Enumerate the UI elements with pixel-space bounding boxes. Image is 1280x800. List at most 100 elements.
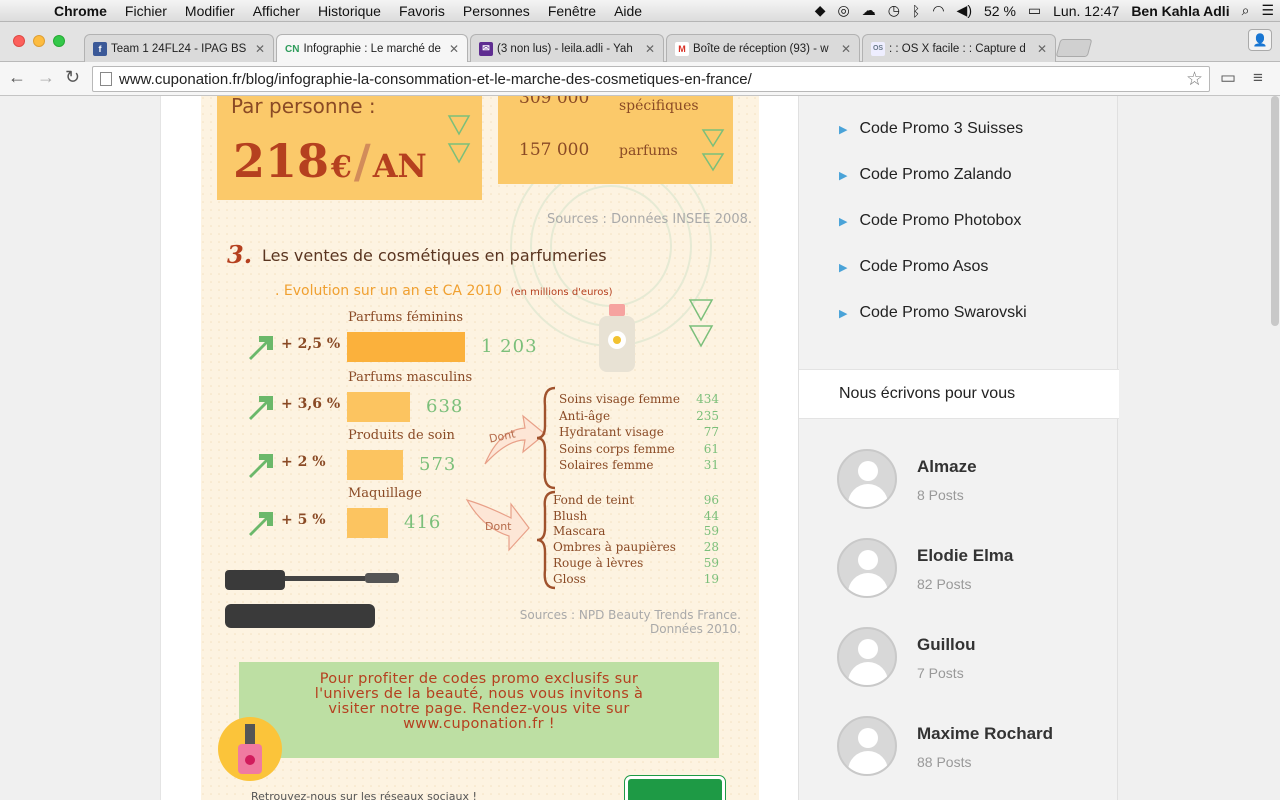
menu-favoris[interactable]: Favoris bbox=[390, 3, 454, 19]
zoom-window-button[interactable] bbox=[53, 35, 65, 47]
tab-title: (3 non lus) - leila.adli - Yah bbox=[497, 42, 633, 55]
promo-banner[interactable]: Pour profiter de codes promo exclusifs s… bbox=[239, 662, 719, 758]
facebook-icon: f bbox=[93, 41, 107, 56]
sync-icon[interactable]: ◎ bbox=[831, 2, 855, 19]
page-scrollbar[interactable] bbox=[1270, 96, 1280, 800]
category-label: Maquillage bbox=[348, 486, 422, 501]
author-name[interactable]: Almaze bbox=[917, 457, 977, 477]
chrome-menu-icon[interactable]: ≡ bbox=[1253, 68, 1263, 88]
author-name[interactable]: Elodie Elma bbox=[917, 546, 1013, 566]
author-card[interactable]: Maxime Rochard 88 Posts bbox=[837, 716, 1097, 778]
category-bar bbox=[347, 508, 388, 538]
menu-personnes[interactable]: Personnes bbox=[454, 3, 539, 19]
maquillage-detail-label: Ombres à paupières bbox=[553, 540, 676, 555]
close-tab-icon[interactable]: ✕ bbox=[255, 42, 265, 56]
author-name[interactable]: Guillou bbox=[917, 635, 976, 655]
category-bar bbox=[347, 450, 403, 480]
cast-icon[interactable]: ▭ bbox=[1220, 68, 1236, 88]
author-card[interactable]: Elodie Elma 82 Posts bbox=[837, 538, 1097, 600]
notification-center-icon[interactable]: ☰ bbox=[1255, 2, 1280, 19]
promo-code-link[interactable]: ▶ Code Promo 3 Suisses bbox=[839, 120, 1023, 138]
dropbox-icon[interactable]: ◆ bbox=[809, 2, 832, 19]
tab-title: : : OS X facile : : Capture d bbox=[889, 42, 1026, 55]
bookmark-star-icon[interactable]: ☆ bbox=[1186, 68, 1203, 91]
avatar[interactable] bbox=[837, 627, 897, 687]
minimize-window-button[interactable] bbox=[33, 35, 45, 47]
category-bar bbox=[347, 332, 465, 362]
close-window-button[interactable] bbox=[13, 35, 25, 47]
promo-code-link[interactable]: ▶ Code Promo Swarovski bbox=[839, 304, 1027, 322]
new-tab-button[interactable] bbox=[1055, 39, 1093, 57]
maquillage-detail-label: Fond de teint bbox=[553, 493, 635, 507]
menu-fichier[interactable]: Fichier bbox=[116, 3, 176, 19]
category-value: 416 bbox=[404, 512, 442, 533]
soin-detail-value: 434 bbox=[696, 392, 719, 406]
avatar[interactable] bbox=[837, 716, 897, 776]
address-bar[interactable]: www.cuponation.fr/blog/infographie-la-co… bbox=[92, 66, 1210, 92]
tab-yahoo-mail[interactable]: ✉ (3 non lus) - leila.adli - Yah ✕ bbox=[470, 34, 664, 62]
mascara-icon bbox=[225, 570, 399, 628]
tab-osx-facile[interactable]: OS : : OS X facile : : Capture d ✕ bbox=[862, 34, 1056, 62]
volume-icon[interactable]: ◀) bbox=[951, 2, 978, 19]
soin-detail-value: 235 bbox=[696, 408, 719, 423]
menu-modifier[interactable]: Modifier bbox=[176, 3, 244, 19]
soin-detail-row: Soins visage femme 434 bbox=[559, 392, 719, 406]
close-tab-icon[interactable]: ✕ bbox=[449, 42, 459, 56]
author-name[interactable]: Maxime Rochard bbox=[917, 724, 1053, 744]
author-card[interactable]: Guillou 7 Posts bbox=[837, 627, 1097, 689]
avatar[interactable] bbox=[837, 538, 897, 598]
category-value: 1 203 bbox=[481, 336, 538, 357]
menu-app-name[interactable]: Chrome bbox=[40, 3, 116, 19]
section-number: 3. bbox=[227, 240, 253, 269]
tab-cuponation[interactable]: CN Infographie : Le marché de ✕ bbox=[276, 34, 468, 63]
maquillage-detail-label: Rouge à lèvres bbox=[553, 555, 644, 570]
battery-percent[interactable]: 52 % bbox=[978, 3, 1022, 19]
promo-code-label: Code Promo Photobox bbox=[859, 212, 1022, 229]
tab-title: Team 1 24FL24 - IPAG BS bbox=[111, 42, 247, 55]
cloud-icon[interactable]: ☁ bbox=[856, 2, 882, 19]
time-machine-icon[interactable]: ◷ bbox=[882, 2, 906, 19]
user-name[interactable]: Ben Kahla Adli bbox=[1125, 3, 1235, 19]
per-person-value: 218€/AN bbox=[233, 134, 427, 188]
close-tab-icon[interactable]: ✕ bbox=[645, 42, 655, 56]
promo-code-link[interactable]: ▶ Code Promo Photobox bbox=[839, 212, 1021, 230]
window-controls bbox=[13, 35, 65, 47]
soin-detail-label: Anti-âge bbox=[559, 408, 611, 423]
gmail-icon: M bbox=[675, 41, 689, 56]
tab-gmail[interactable]: M Boîte de réception (93) - w ✕ bbox=[666, 34, 860, 62]
dont-label-maquillage: Dont bbox=[485, 520, 512, 533]
promo-code-link[interactable]: ▶ Code Promo Asos bbox=[839, 258, 988, 276]
bracket-soin bbox=[536, 386, 556, 490]
soin-detail-label: Hydratant visage bbox=[559, 425, 664, 439]
menu-historique[interactable]: Historique bbox=[309, 3, 390, 19]
menu-fenetre[interactable]: Fenêtre bbox=[539, 3, 605, 19]
tab-facebook[interactable]: f Team 1 24FL24 - IPAG BS ✕ bbox=[84, 34, 274, 62]
browser-toolbar: ← → ↻ www.cuponation.fr/blog/infographie… bbox=[0, 62, 1280, 96]
close-tab-icon[interactable]: ✕ bbox=[841, 42, 851, 56]
menu-afficher[interactable]: Afficher bbox=[244, 3, 309, 19]
scrollbar-thumb[interactable] bbox=[1271, 96, 1279, 326]
soin-detail-row: Soins corps femme 61 bbox=[559, 442, 719, 456]
author-card[interactable]: Almaze 8 Posts bbox=[837, 449, 1097, 511]
wifi-icon[interactable]: ◠ bbox=[926, 2, 950, 19]
menu-aide[interactable]: Aide bbox=[605, 3, 651, 19]
category-growth: + 5 % bbox=[281, 512, 326, 528]
avatar[interactable] bbox=[837, 449, 897, 509]
forward-icon[interactable]: → bbox=[37, 67, 55, 88]
reload-icon[interactable]: ↻ bbox=[65, 67, 80, 88]
spotlight-icon[interactable]: ⌕ bbox=[1236, 2, 1256, 19]
growth-arrow-icon bbox=[249, 396, 273, 420]
bluetooth-icon[interactable]: ᛒ bbox=[906, 3, 926, 19]
profile-icon[interactable]: 👤 bbox=[1248, 29, 1272, 51]
perfume-bottle-icon bbox=[599, 304, 635, 372]
back-icon[interactable]: ← bbox=[8, 67, 26, 88]
battery-icon[interactable]: ▭ bbox=[1022, 2, 1047, 19]
clock[interactable]: Lun. 12:47 bbox=[1047, 3, 1125, 19]
soin-detail-row: Hydratant visage 77 bbox=[559, 425, 719, 439]
maquillage-detail-value: 59 bbox=[703, 555, 719, 570]
perfume-number: 157 000 bbox=[519, 140, 590, 160]
promo-code-label: Code Promo 3 Suisses bbox=[859, 120, 1024, 137]
promo-code-link[interactable]: ▶ Code Promo Zalando bbox=[839, 166, 1012, 184]
growth-arrow-icon bbox=[249, 454, 273, 478]
close-tab-icon[interactable]: ✕ bbox=[1037, 42, 1047, 56]
